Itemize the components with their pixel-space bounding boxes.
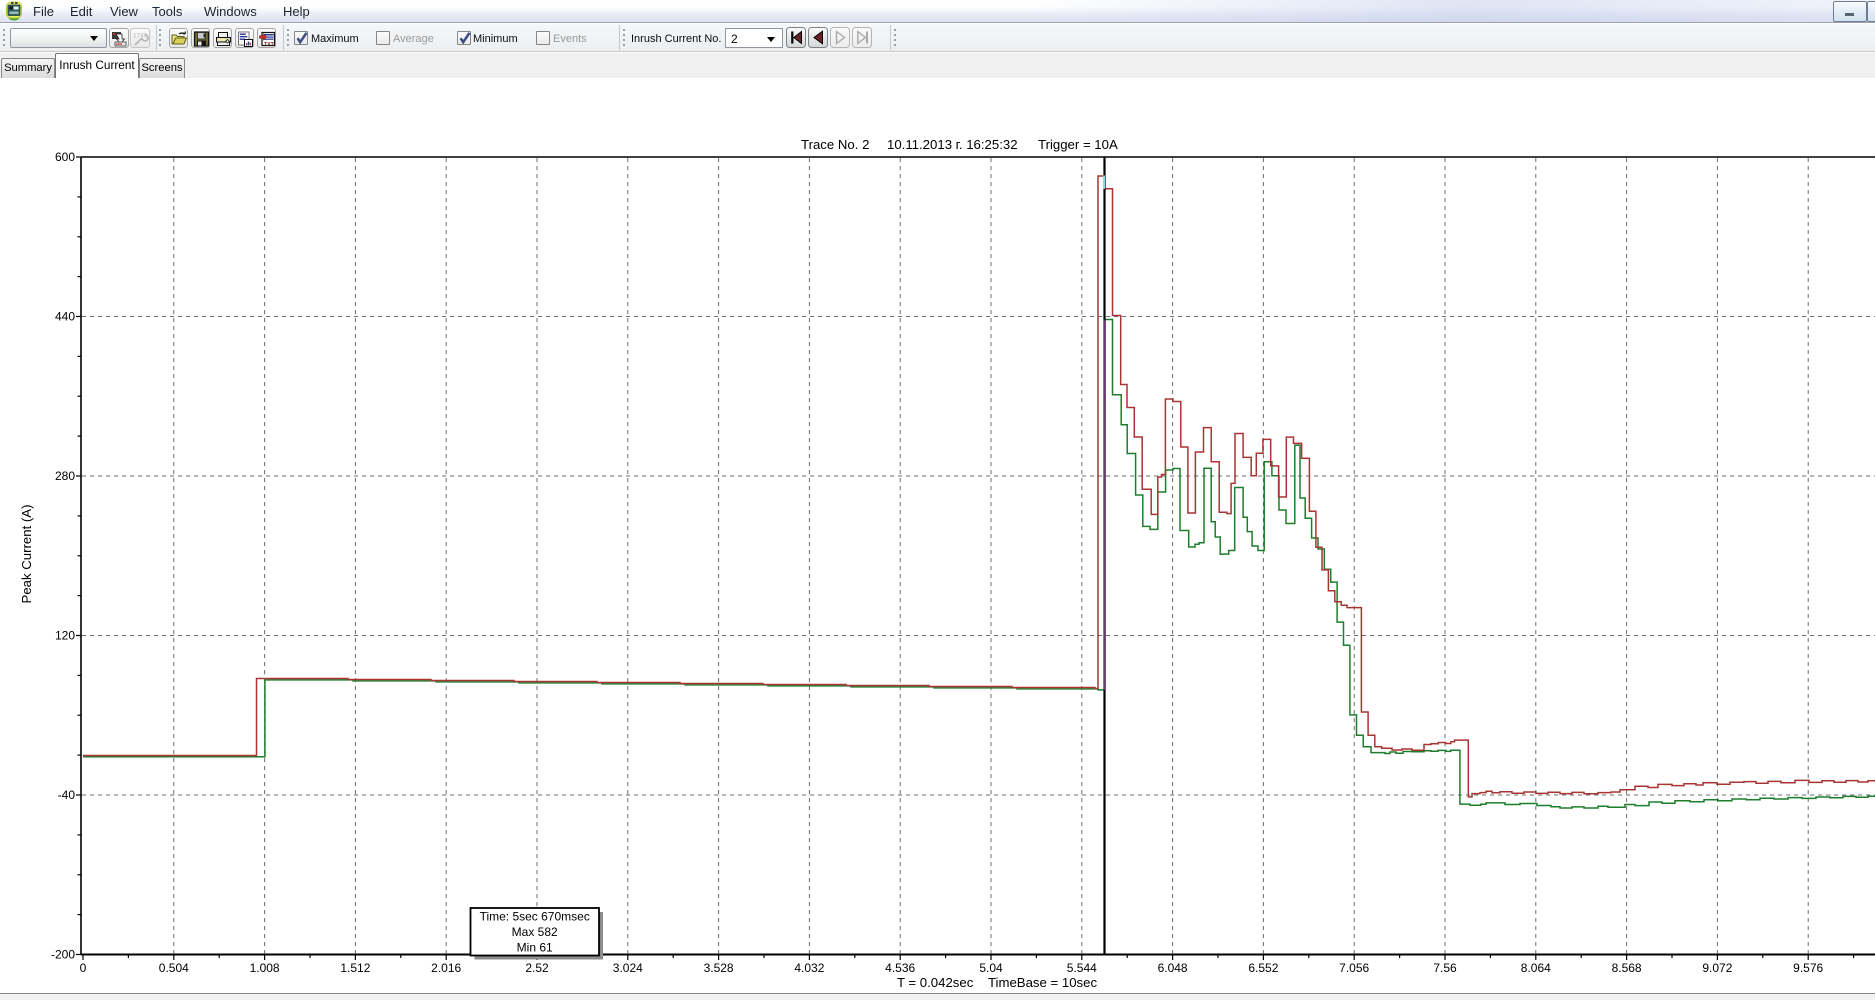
- svg-text:TXT: TXT: [264, 42, 275, 47]
